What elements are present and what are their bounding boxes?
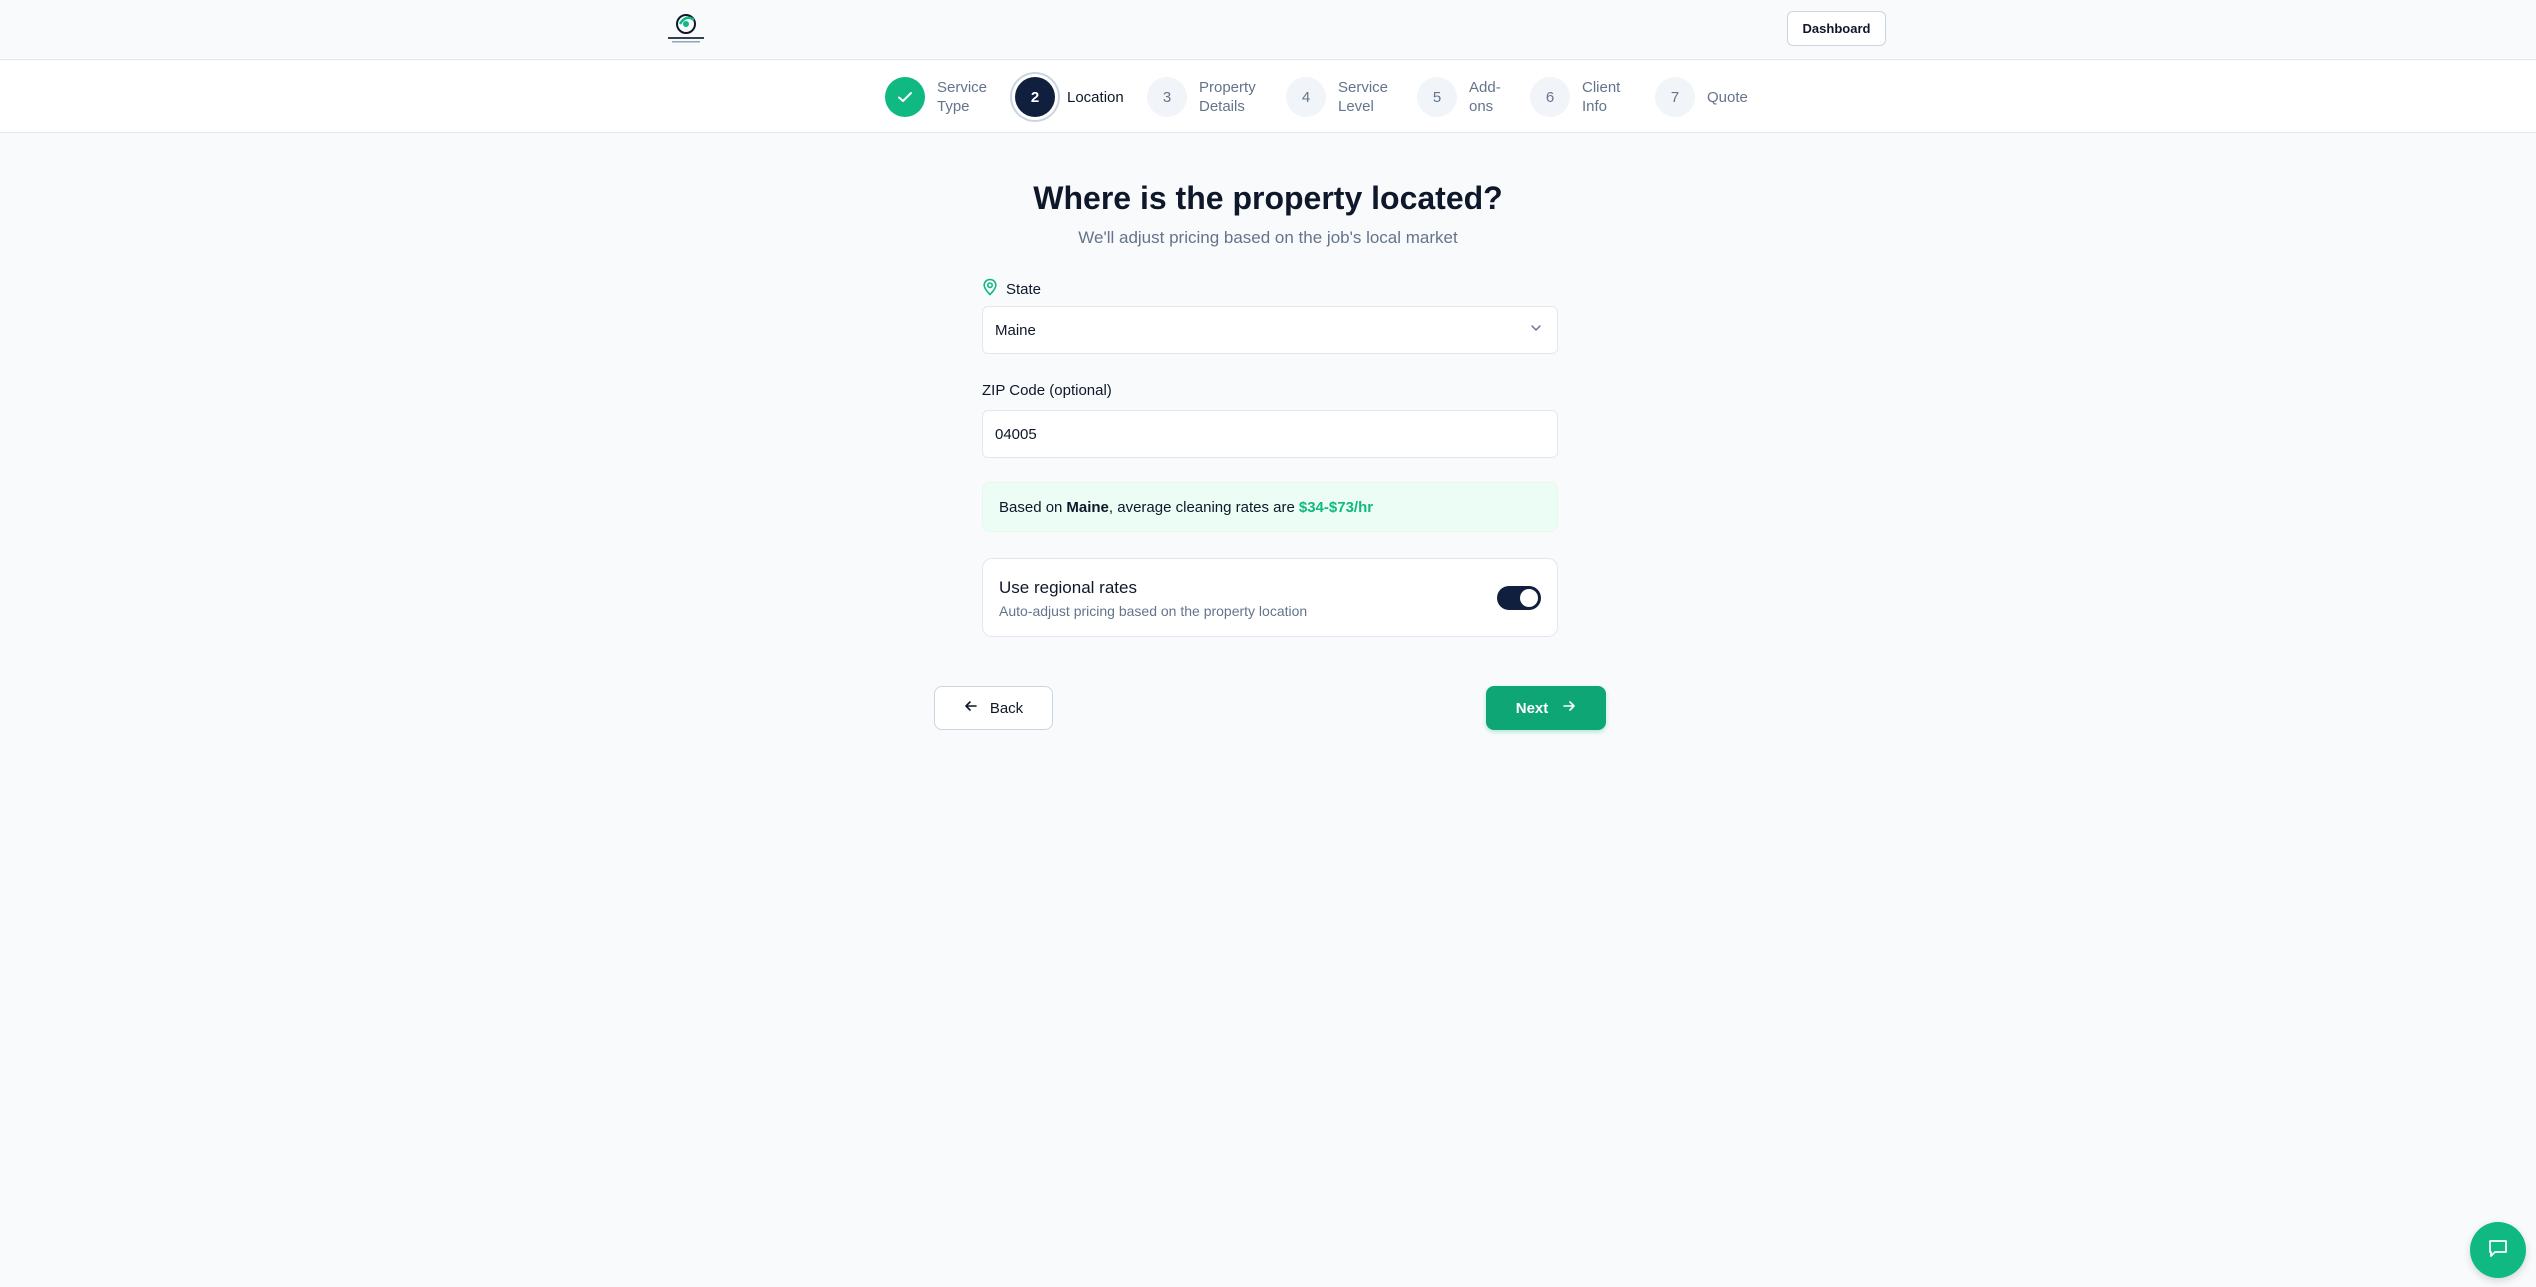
regional-rates-toggle[interactable]: [1497, 586, 1541, 610]
state-select[interactable]: Maine: [982, 306, 1558, 354]
check-icon: [885, 77, 925, 117]
step-number: 7: [1655, 77, 1695, 117]
step-label: Service Type: [937, 79, 988, 115]
dashboard-button[interactable]: Dashboard: [1787, 11, 1886, 46]
step-number: 6: [1530, 77, 1570, 117]
page-title: Where is the property located?: [1033, 180, 1503, 216]
step-service-type[interactable]: Service Type: [885, 75, 987, 119]
zip-input[interactable]: [982, 410, 1558, 458]
step-client-info[interactable]: 6 Client Info: [1530, 75, 1620, 119]
step-label: Property Details: [1199, 79, 1256, 115]
step-label: Add- ons: [1469, 79, 1501, 115]
step-number: 4: [1286, 77, 1326, 117]
next-label: Next: [1515, 699, 1549, 717]
map-pin-icon: [982, 278, 1006, 300]
state-label: State: [982, 278, 1042, 300]
regional-rates-description: Auto-adjust pricing based on the propert…: [999, 603, 1308, 619]
step-label: Location: [1067, 88, 1124, 106]
step-quote[interactable]: 7 Quote: [1655, 75, 1748, 119]
top-header: Dashboard: [0, 0, 2536, 60]
back-button[interactable]: Back: [934, 686, 1053, 730]
chat-bubble-icon: [2486, 1236, 2510, 1265]
page-subtitle: We'll adjust pricing based on the job's …: [1078, 228, 1458, 247]
step-property-details[interactable]: 3 Property Details: [1147, 75, 1256, 119]
info-rate: $34-$73/hr: [1298, 498, 1374, 516]
progress-stepper: Service Type 2 Location 3 Property Detai…: [0, 61, 2536, 133]
step-number: 5: [1417, 77, 1457, 117]
state-label-text: State: [1006, 280, 1042, 298]
step-add-ons[interactable]: 5 Add- ons: [1417, 75, 1501, 119]
step-location[interactable]: 2 Location: [1015, 75, 1124, 119]
info-state: Maine: [1066, 498, 1109, 516]
step-label: Service Level: [1338, 79, 1389, 115]
back-label: Back: [989, 699, 1024, 717]
chevron-down-icon: [1529, 321, 1543, 340]
step-label: Quote: [1707, 88, 1748, 106]
arrow-left-icon: [964, 699, 990, 717]
company-logo[interactable]: [664, 10, 708, 48]
chat-button[interactable]: [2470, 1222, 2526, 1278]
step-number: 3: [1147, 77, 1187, 117]
state-select-value: Maine: [995, 321, 1036, 339]
info-prefix: Based on: [999, 498, 1063, 516]
regional-rates-title: Use regional rates: [999, 578, 1137, 597]
step-label: Client Info: [1582, 79, 1621, 115]
next-button[interactable]: Next: [1486, 686, 1606, 730]
step-number: 2: [1015, 77, 1055, 117]
regional-rates-card: Use regional rates Auto-adjust pricing b…: [982, 558, 1558, 637]
info-middle: , average cleaning rates are: [1108, 498, 1295, 516]
step-service-level[interactable]: 4 Service Level: [1286, 75, 1388, 119]
regional-rate-info: Based on Maine , average cleaning rates …: [982, 482, 1558, 532]
toggle-knob: [1520, 589, 1538, 607]
zip-label: ZIP Code (optional): [982, 382, 1112, 399]
arrow-right-icon: [1548, 699, 1576, 717]
